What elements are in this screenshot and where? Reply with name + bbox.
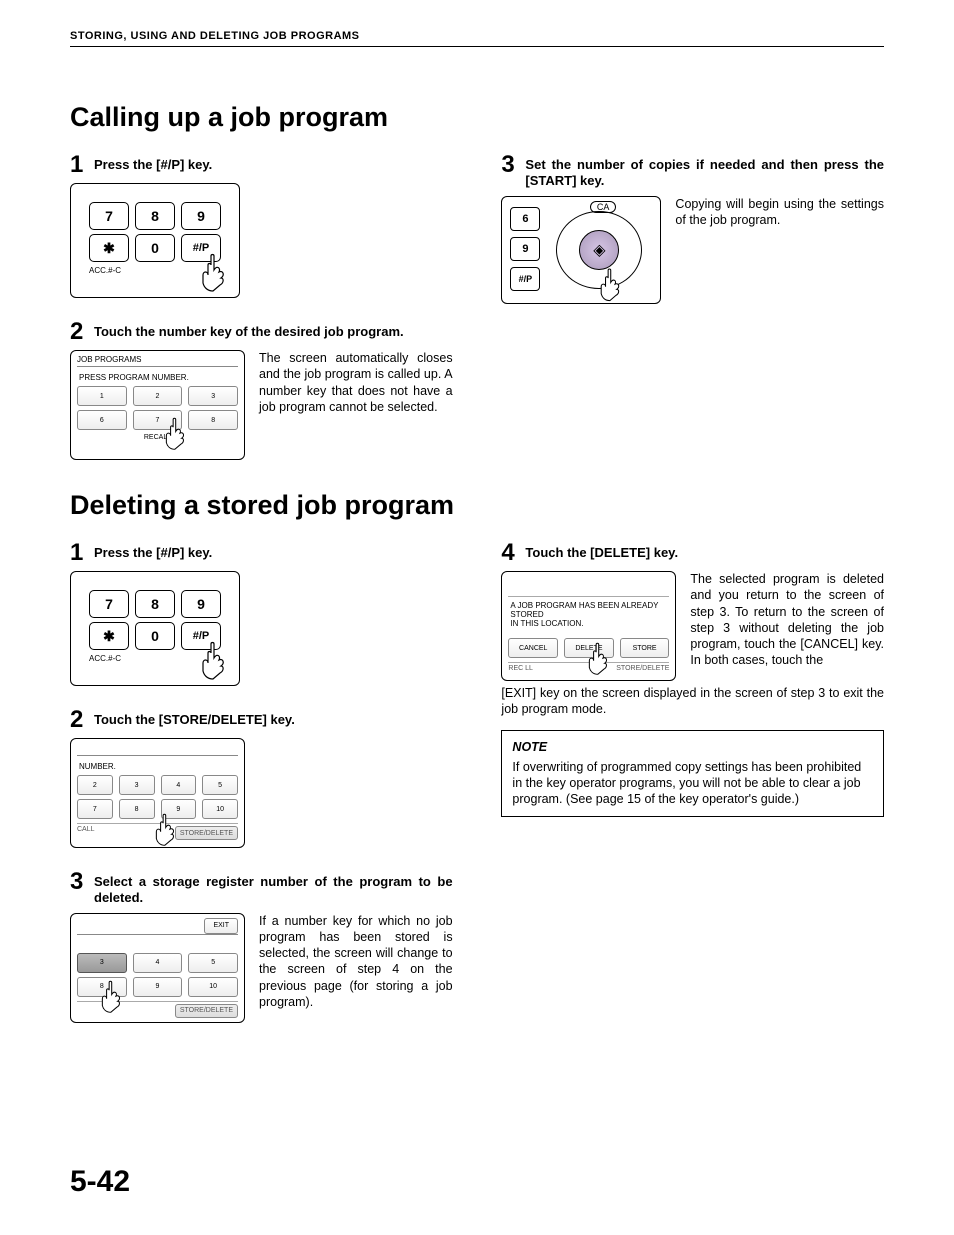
ts-title: JOB PROGRAMS (71, 351, 244, 366)
s2-step4-desc-part2: [EXIT] key on the screen displayed in th… (501, 685, 884, 718)
ts-btn: 10 (188, 977, 238, 997)
s2-step2-title: Touch the [STORE/DELETE] key. (94, 708, 295, 728)
ts-btn: 10 (202, 799, 238, 819)
ts-btn: 9 (133, 977, 183, 997)
step-num: 3 (70, 870, 94, 894)
s2-step4-title: Touch the [DELETE] key. (525, 541, 678, 561)
ts-msg: PRESS PROGRAM NUMBER. (71, 373, 244, 382)
step2-title: Touch the number key of the desired job … (94, 320, 404, 340)
s2-step3-title: Select a storage register number of the … (94, 870, 453, 907)
ts-foot-right: STORE/DELETE (616, 665, 669, 672)
keypad-star: ✱ (89, 622, 129, 650)
step-num: 2 (70, 320, 94, 344)
sp-key-6: 6 (510, 207, 540, 231)
ts-cancel: CANCEL (508, 638, 558, 658)
note-box: NOTE If overwriting of programmed copy s… (501, 730, 884, 817)
s2-step1-title: Press the [#/P] key. (94, 541, 212, 561)
keypad-7: 7 (89, 590, 129, 618)
touchscreen-exit: EXIT 3 4 5 8 9 10 (70, 913, 245, 1023)
step3-title: Set the number of copies if needed and t… (525, 153, 884, 190)
ts-foot-left: CALL (77, 826, 95, 840)
hand-icon (97, 980, 123, 1014)
keypad-0: 0 (135, 234, 175, 262)
ts-btn-selected: 3 (77, 953, 127, 973)
ts-store-delete: STORE/DELETE (175, 1004, 238, 1018)
ts-foot-left: REC LL (508, 665, 533, 672)
keypad-9: 9 (181, 202, 221, 230)
ts-btn: 2 (133, 386, 183, 406)
keypad-8: 8 (135, 202, 175, 230)
hand-icon (596, 267, 622, 303)
header: STORING, USING AND DELETING JOB PROGRAMS (70, 30, 884, 47)
start-button: ◈ (579, 230, 619, 270)
keypad-illustration: 7 8 9 ✱ 0 #/P ACC.#-C (70, 183, 240, 298)
hand-icon (197, 253, 227, 293)
ts-btn: 4 (133, 953, 183, 973)
ts-btn: 8 (119, 799, 155, 819)
ts-store-delete: STORE/DELETE (175, 826, 238, 840)
note-title: NOTE (512, 739, 873, 755)
step-num: 4 (501, 541, 525, 565)
hand-icon (151, 813, 177, 847)
ts-btn: 1 (77, 386, 127, 406)
step2-desc: The screen automatically closes and the … (259, 350, 453, 415)
ts-msg1: A JOB PROGRAM HAS BEEN ALREADY STORED (502, 601, 675, 619)
keypad-8: 8 (135, 590, 175, 618)
step-num: 1 (70, 153, 94, 177)
s2-step4-desc-part1: The selected program is deleted and you … (690, 571, 884, 669)
ts-recall: RECALL (71, 434, 244, 441)
step-num: 3 (501, 153, 525, 177)
sp-key-9: 9 (510, 237, 540, 261)
ts-btn: 6 (77, 410, 127, 430)
step1-title: Press the [#/P] key. (94, 153, 212, 173)
keypad-illustration: 7 8 9 ✱ 0 #/P ACC.#-C (70, 571, 240, 686)
ts-msg: NUMBER. (71, 762, 244, 771)
keypad-star: ✱ (89, 234, 129, 262)
ts-btn: 3 (188, 386, 238, 406)
page-number: 5-42 (70, 1165, 130, 1199)
note-body: If overwriting of programmed copy settin… (512, 759, 873, 808)
s2-step3-desc: If a number key for which no job program… (259, 913, 453, 1011)
touchscreen-jobprograms: JOB PROGRAMS PRESS PROGRAM NUMBER. 1 2 3… (70, 350, 245, 460)
ts-btn: 3 (119, 775, 155, 795)
ts-exit: EXIT (204, 918, 238, 934)
touchscreen-number: NUMBER. 2 3 4 5 7 8 9 10 CALL (70, 738, 245, 848)
ts-btn: 4 (161, 775, 197, 795)
section1-title: Calling up a job program (70, 102, 884, 133)
touchscreen-delete: A JOB PROGRAM HAS BEEN ALREADY STORED IN… (501, 571, 676, 681)
hand-icon (161, 417, 187, 451)
section2-title: Deleting a stored job program (70, 490, 884, 521)
ts-btn: 5 (188, 953, 238, 973)
hand-icon (584, 642, 610, 676)
ts-store: STORE (620, 638, 670, 658)
startpanel-illustration: 6 9 #/P CA ◈ (501, 196, 661, 304)
ts-btn: 8 (188, 410, 238, 430)
step3-desc: Copying will begin using the settings of… (675, 196, 884, 229)
ts-btn: 2 (77, 775, 113, 795)
ts-msg2: IN THIS LOCATION. (502, 619, 675, 628)
step-num: 1 (70, 541, 94, 565)
sp-key-hashp: #/P (510, 267, 540, 291)
keypad-7: 7 (89, 202, 129, 230)
keypad-0: 0 (135, 622, 175, 650)
hand-icon (197, 641, 227, 681)
step-num: 2 (70, 708, 94, 732)
ts-btn: 7 (77, 799, 113, 819)
ts-btn: 5 (202, 775, 238, 795)
keypad-9: 9 (181, 590, 221, 618)
